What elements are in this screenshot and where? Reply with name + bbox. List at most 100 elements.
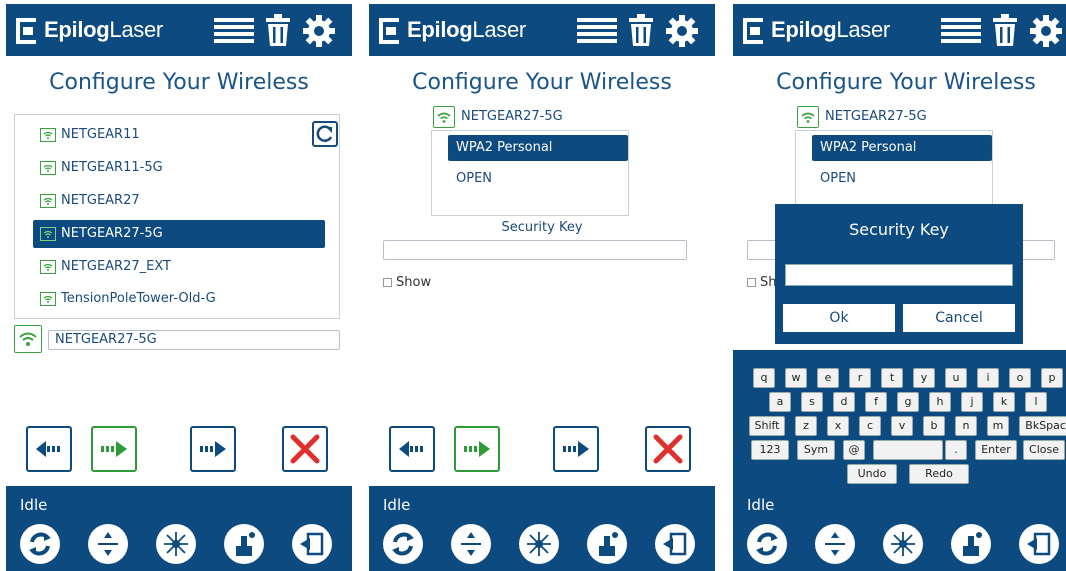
key-r[interactable]: r (849, 368, 871, 388)
key-s[interactable]: s (801, 392, 823, 412)
network-item[interactable]: NETGEAR27 (33, 187, 325, 215)
key-period[interactable]: . (945, 440, 967, 460)
key-undo[interactable]: Undo (847, 464, 897, 484)
key-space[interactable] (873, 440, 943, 460)
gear-icon[interactable] (302, 14, 336, 48)
key-close[interactable]: Close (1023, 440, 1065, 460)
key-l[interactable]: l (1025, 392, 1047, 412)
key-k[interactable]: k (993, 392, 1015, 412)
key-at[interactable]: @ (843, 440, 865, 460)
trash-icon[interactable] (627, 14, 655, 48)
key-shift[interactable]: Shift (749, 416, 785, 436)
trash-icon[interactable] (264, 14, 292, 48)
key-m[interactable]: m (987, 416, 1009, 436)
wifi-signal-icon (14, 325, 42, 353)
refresh-icon[interactable] (383, 524, 423, 564)
green-next-icon (464, 441, 490, 457)
key-sym[interactable]: Sym (797, 440, 835, 460)
key-x[interactable]: x (827, 416, 849, 436)
exit-icon[interactable] (1019, 524, 1059, 564)
move-icon[interactable] (88, 524, 128, 564)
cancel-button[interactable] (282, 426, 328, 472)
exit-icon[interactable] (292, 524, 332, 564)
key-enter[interactable]: Enter (975, 440, 1017, 460)
key-j[interactable]: j (961, 392, 983, 412)
laser-icon[interactable] (519, 524, 559, 564)
security-option-open[interactable]: OPEN (448, 166, 628, 192)
key-y[interactable]: y (913, 368, 935, 388)
gear-icon[interactable] (665, 14, 699, 48)
security-option-wpa2[interactable]: WPA2 Personal (812, 135, 992, 161)
security-option-wpa2[interactable]: WPA2 Personal (448, 135, 628, 161)
move-icon[interactable] (451, 524, 491, 564)
key-w[interactable]: w (785, 368, 807, 388)
key-b[interactable]: b (923, 416, 945, 436)
network-item[interactable]: TensionPoleTower-Old-G (33, 285, 325, 313)
ok-button[interactable]: Ok (783, 304, 895, 332)
back-button[interactable] (26, 426, 72, 472)
dialog-cancel-button[interactable]: Cancel (903, 304, 1015, 332)
laser-icon[interactable] (883, 524, 923, 564)
dialog-title: Security Key (849, 220, 949, 239)
key-o[interactable]: o (1009, 368, 1031, 388)
network-item[interactable]: NETGEAR11-5G (33, 154, 325, 182)
list-menu-icon[interactable] (214, 18, 254, 44)
gear-icon[interactable] (1029, 14, 1063, 48)
move-icon[interactable] (815, 524, 855, 564)
network-item[interactable]: NETGEAR11 (33, 121, 325, 149)
job-icon[interactable] (224, 524, 264, 564)
cancel-button[interactable] (645, 426, 691, 472)
app-logo-text: EpilogLaser (771, 17, 890, 42)
next-button[interactable] (454, 426, 500, 472)
forward-arrow-icon (563, 441, 589, 457)
job-icon[interactable] (951, 524, 991, 564)
key-v[interactable]: v (891, 416, 913, 436)
next-button[interactable] (91, 426, 137, 472)
key-e[interactable]: e (817, 368, 839, 388)
key-g[interactable]: g (897, 392, 919, 412)
key-p[interactable]: p (1041, 368, 1063, 388)
key-n[interactable]: n (955, 416, 977, 436)
security-key-field[interactable] (383, 240, 687, 260)
key-backspace[interactable]: BkSpace (1019, 416, 1066, 436)
key-a[interactable]: a (769, 392, 791, 412)
wifi-icon (40, 161, 56, 175)
key-redo[interactable]: Redo (909, 464, 969, 484)
security-type-list[interactable]: WPA2 Personal OPEN (431, 130, 629, 216)
refresh-icon[interactable] (747, 524, 787, 564)
exit-icon[interactable] (655, 524, 695, 564)
show-key-option[interactable]: Sh (747, 275, 777, 290)
refresh-icon[interactable] (20, 524, 60, 564)
list-menu-icon[interactable] (941, 18, 981, 44)
dialog-key-input[interactable] (785, 264, 1013, 286)
key-t[interactable]: t (881, 368, 903, 388)
wifi-icon (40, 194, 56, 208)
key-h[interactable]: h (929, 392, 951, 412)
security-option-open[interactable]: OPEN (812, 166, 992, 192)
key-q[interactable]: q (753, 368, 775, 388)
status-text: Idle (20, 496, 48, 514)
forward-button[interactable] (190, 426, 236, 472)
job-icon[interactable] (587, 524, 627, 564)
show-checkbox[interactable] (383, 278, 392, 287)
wifi-network-list[interactable]: NETGEAR11 NETGEAR11-5G NETGEAR27 NETGEAR… (14, 114, 340, 319)
network-item[interactable]: NETGEAR27_EXT (33, 253, 325, 281)
trash-icon[interactable] (991, 14, 1019, 48)
network-item-selected[interactable]: NETGEAR27-5G (33, 220, 325, 248)
network-name-field[interactable]: NETGEAR27-5G (48, 330, 340, 350)
key-123[interactable]: 123 (751, 440, 789, 460)
key-u[interactable]: u (945, 368, 967, 388)
laser-icon[interactable] (156, 524, 196, 564)
back-button[interactable] (389, 426, 435, 472)
back-arrow-icon (399, 441, 423, 457)
list-menu-icon[interactable] (577, 18, 617, 44)
key-i[interactable]: i (977, 368, 999, 388)
key-d[interactable]: d (833, 392, 855, 412)
onscreen-keyboard: q w e r t y u i o p a s d f g h j k l Sh… (733, 350, 1066, 488)
show-key-option[interactable]: Show (383, 275, 431, 290)
show-checkbox[interactable] (747, 278, 756, 287)
key-f[interactable]: f (865, 392, 887, 412)
key-z[interactable]: z (795, 416, 817, 436)
forward-button[interactable] (553, 426, 599, 472)
key-c[interactable]: c (859, 416, 881, 436)
